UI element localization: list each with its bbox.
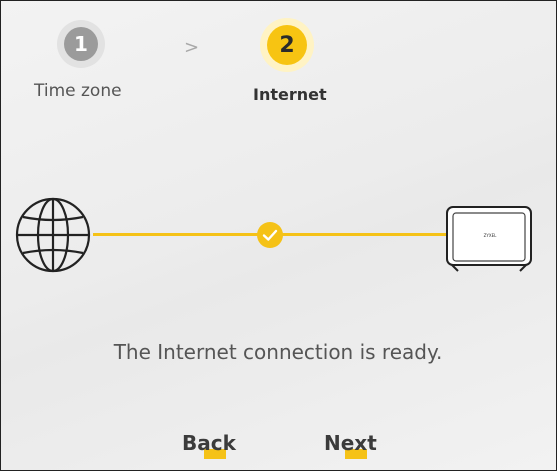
next-button[interactable]: Next [324, 431, 377, 459]
setup-wizard-window: 1 > 2 Time zone Internet ZYXEL The Inter… [0, 0, 557, 471]
step-1-label: Time zone [34, 81, 122, 101]
router-icon: ZYXEL [446, 206, 532, 272]
router-brand-label: ZYXEL [484, 233, 497, 238]
step-separator: > [184, 37, 200, 58]
step-1-number: 1 [64, 27, 98, 61]
back-button-label: Back [182, 431, 236, 455]
status-message: The Internet connection is ready. [113, 340, 443, 364]
step-2-label: Internet [253, 85, 327, 104]
step-2-number: 2 [267, 25, 307, 65]
check-icon [257, 222, 283, 248]
step-2-indicator: 2 [260, 18, 314, 72]
globe-icon [15, 197, 91, 273]
step-1-indicator: 1 [57, 20, 105, 68]
back-button[interactable]: Back [182, 431, 236, 459]
next-button-label: Next [324, 431, 377, 455]
